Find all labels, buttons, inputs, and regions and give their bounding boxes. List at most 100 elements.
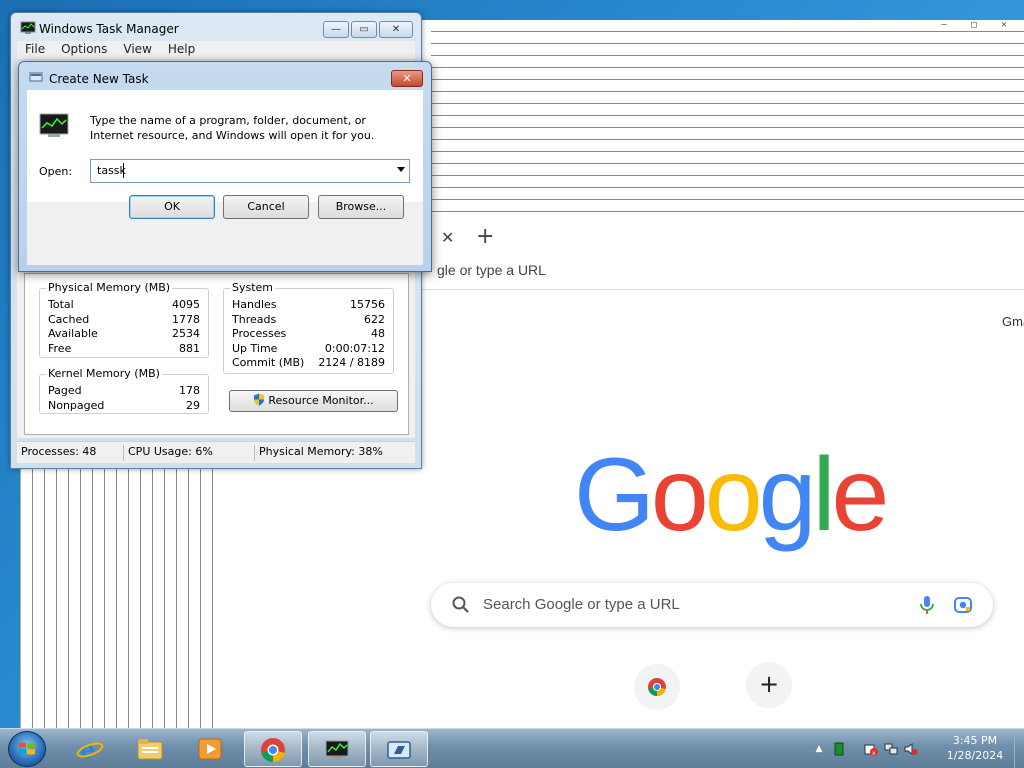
- dialog-body: Type the name of a program, folder, docu…: [27, 90, 423, 265]
- taskbar-run-dialog[interactable]: [370, 731, 428, 767]
- maximize-button[interactable]: ▭: [351, 21, 377, 38]
- cancel-button[interactable]: Cancel: [223, 195, 309, 219]
- open-input-value: tassk: [97, 164, 126, 177]
- chrome-icon: [261, 738, 285, 763]
- stat-row: Paged 178: [48, 384, 200, 398]
- stacked-window-controls: — □ ✕: [929, 20, 1024, 32]
- start-button[interactable]: [8, 731, 46, 767]
- uac-shield-icon: [254, 393, 265, 406]
- run-icon: [387, 741, 411, 759]
- gmail-link[interactable]: Gma: [1002, 314, 1024, 329]
- stat-value: 622: [364, 313, 385, 326]
- ok-button[interactable]: OK: [129, 195, 215, 219]
- omnibox-placeholder: gle or type a URL: [437, 262, 546, 278]
- performance-panel: Physical Memory (MB) Total 4095 Cached 177…: [24, 273, 409, 435]
- clock-time: 3:45 PM: [952, 734, 998, 747]
- show-hidden-icons-arrow[interactable]: ▲: [812, 742, 826, 756]
- logo-letter: o: [650, 437, 709, 553]
- stat-label: Handles: [232, 298, 277, 311]
- show-desktop-button[interactable]: [1014, 729, 1024, 768]
- status-cpu: CPU Usage: 6%: [124, 445, 255, 461]
- stat-row: Free 881: [48, 342, 200, 356]
- taskbar-chrome[interactable]: [244, 731, 302, 767]
- mic-icon[interactable]: [917, 594, 937, 616]
- battery-icon[interactable]: [832, 742, 846, 756]
- taskbar-media-player[interactable]: [182, 731, 240, 767]
- camera-icon[interactable]: [953, 595, 973, 615]
- taskbar-internet-explorer[interactable]: e: [62, 731, 120, 767]
- menu-view[interactable]: View: [115, 41, 159, 59]
- taskbar-explorer[interactable]: [122, 731, 180, 767]
- menu-file[interactable]: File: [17, 41, 53, 59]
- dropdown-arrow-icon[interactable]: [397, 167, 405, 172]
- open-combobox[interactable]: tassk: [90, 159, 410, 183]
- stat-row: Up Time 0:00:07:12: [232, 342, 385, 356]
- action-center-icon[interactable]: x: [864, 742, 878, 756]
- clock-date: 1/28/2024: [946, 749, 1004, 762]
- stat-value: 178: [179, 384, 200, 397]
- close-button[interactable]: ✕: [379, 21, 413, 38]
- browse-button[interactable]: Browse...: [318, 195, 404, 219]
- stat-value: 15756: [350, 298, 385, 311]
- maximize-icon[interactable]: □: [959, 20, 989, 30]
- stat-row: Processes 48: [232, 327, 385, 341]
- volume-muted-icon[interactable]: [904, 742, 918, 756]
- resource-monitor-button[interactable]: Resource Monitor...: [229, 390, 398, 412]
- new-tab-button[interactable]: +: [476, 224, 494, 249]
- search-placeholder: Search Google or type a URL: [483, 596, 680, 613]
- stat-value: 4095: [172, 298, 200, 311]
- stat-row: Threads 622: [232, 313, 385, 327]
- taskbar-task-manager[interactable]: [308, 731, 366, 767]
- physical-memory-group: Physical Memory (MB) Total 4095 Cached 177…: [39, 281, 209, 358]
- clock[interactable]: 3:45 PM 1/28/2024: [942, 733, 1008, 763]
- stat-label: Threads: [232, 313, 277, 326]
- menu-help[interactable]: Help: [160, 41, 203, 59]
- stat-value: 881: [179, 342, 200, 355]
- status-bar: Processes: 48 CPU Usage: 6% Physical Mem…: [17, 441, 415, 463]
- svg-text:x: x: [872, 750, 876, 756]
- stat-label: Cached: [48, 313, 90, 326]
- menu-options[interactable]: Options: [53, 41, 115, 59]
- taskbar: e ▲ x 3:45 PM 1/28/2024: [0, 728, 1024, 768]
- open-label: Open:: [39, 165, 73, 178]
- stat-label: Processes: [232, 327, 287, 340]
- logo-letter: g: [758, 437, 817, 553]
- stat-label: Free: [48, 342, 72, 355]
- kernel-memory-group: Kernel Memory (MB) Paged 178 Nonpaged 29: [39, 367, 209, 414]
- stat-label: Paged: [48, 384, 82, 397]
- google-search-box[interactable]: Search Google or type a URL: [431, 583, 993, 627]
- close-icon[interactable]: ✕: [989, 20, 1019, 30]
- windows-logo-icon: [19, 742, 35, 755]
- stat-row: Commit (MB) 2124 / 8189: [232, 356, 385, 370]
- dialog-description: Type the name of a program, folder, docu…: [90, 114, 375, 142]
- plus-icon: +: [758, 670, 780, 698]
- task-manager-icon: [20, 21, 36, 34]
- button-label: Resource Monitor...: [268, 394, 374, 407]
- logo-letter: G: [574, 437, 655, 553]
- stat-row: Handles 15756: [232, 298, 385, 312]
- dialog-close-button[interactable]: ✕: [391, 70, 423, 87]
- minimize-icon[interactable]: —: [929, 20, 959, 30]
- google-logo: Google: [574, 437, 889, 553]
- window-title: Windows Task Manager: [39, 22, 179, 36]
- media-player-icon: [198, 738, 222, 760]
- task-manager-icon: [39, 113, 69, 137]
- group-title: Kernel Memory (MB): [46, 367, 162, 380]
- stat-label: Nonpaged: [48, 399, 105, 412]
- shortcut-tile[interactable]: [634, 664, 680, 710]
- internet-explorer-icon: e: [76, 736, 104, 762]
- add-shortcut-button[interactable]: +: [746, 662, 792, 708]
- stacked-window-vertical-lines: [21, 465, 213, 728]
- group-title: System: [230, 281, 276, 294]
- omnibox[interactable]: gle or type a URL: [431, 258, 1024, 292]
- text-cursor: [123, 163, 124, 178]
- network-icon[interactable]: [884, 742, 898, 756]
- window-controls: — ▭ ✕: [323, 21, 413, 39]
- stat-row: Total 4095: [48, 298, 200, 312]
- folder-icon: [137, 739, 163, 760]
- tab-close-icon[interactable]: ✕: [441, 228, 454, 247]
- stat-value: 2534: [172, 327, 200, 340]
- stat-value: 2124 / 8189: [318, 356, 385, 369]
- dialog-title: Create New Task: [49, 72, 149, 86]
- minimize-button[interactable]: —: [323, 21, 349, 38]
